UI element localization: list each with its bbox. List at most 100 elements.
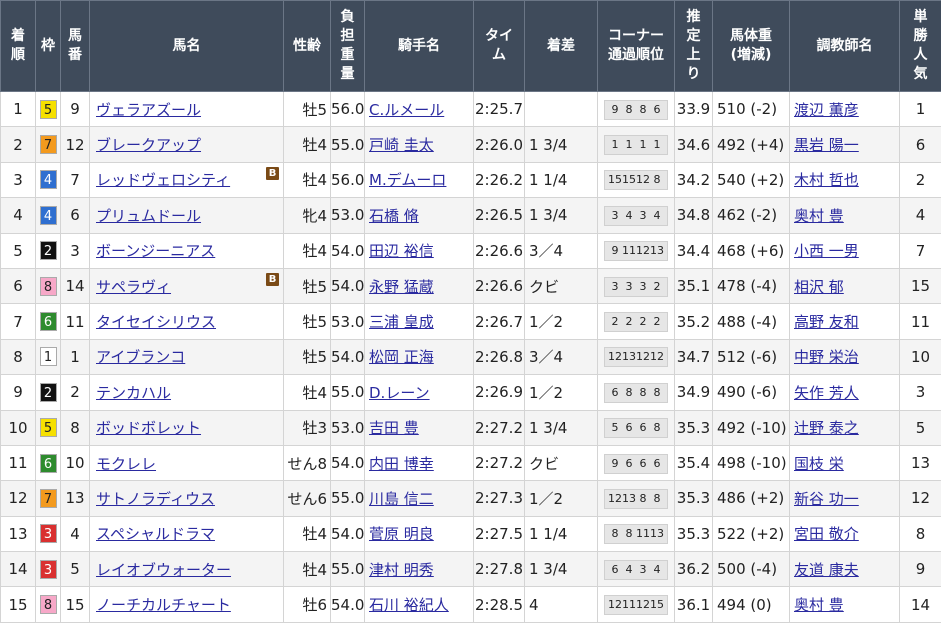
trainer-name-link[interactable]: 小西 一男 bbox=[794, 242, 859, 260]
trainer-name-link[interactable]: 奥村 豊 bbox=[794, 596, 844, 614]
jockey-name-link[interactable]: 田辺 裕信 bbox=[369, 242, 434, 260]
jockey-name-link[interactable]: 石橋 脩 bbox=[369, 207, 419, 225]
jockey-name-link[interactable]: 三浦 皇成 bbox=[369, 313, 434, 331]
horse-name-link[interactable]: タイセイシリウス bbox=[96, 313, 216, 331]
rank-cell: 8 bbox=[0, 338, 36, 376]
horse-name-link[interactable]: プリュムドール bbox=[96, 207, 201, 225]
sexage-cell: 牡3 bbox=[283, 409, 331, 446]
corner-cell: 1213 8 8 bbox=[597, 480, 675, 517]
waku-badge: 2 bbox=[39, 241, 57, 261]
umaban-cell: 6 bbox=[60, 197, 90, 234]
trainer-name-link[interactable]: 新谷 功一 bbox=[794, 490, 859, 508]
corner-positions: 1213 8 8 bbox=[604, 488, 668, 509]
horse-name-link[interactable]: ブレークアップ bbox=[96, 136, 201, 154]
weight-cell: 54.0 bbox=[330, 515, 365, 553]
jockey-name-link[interactable]: 松岡 正海 bbox=[369, 348, 434, 366]
trainer-name-link[interactable]: 高野 友和 bbox=[794, 313, 859, 331]
horse-name-link[interactable]: ボーンジーニアス bbox=[96, 242, 215, 260]
horse-name-link[interactable]: ヴェラアズール bbox=[96, 101, 201, 119]
margin-cell: 1 1/4 bbox=[524, 161, 598, 199]
horse-name-link[interactable]: サトノラディウス bbox=[96, 490, 215, 508]
trainer-name-link[interactable]: 矢作 芳人 bbox=[794, 384, 859, 402]
trainer-name-link[interactable]: 渡辺 薫彦 bbox=[794, 101, 859, 119]
trainer-name-link[interactable]: 木村 哲也 bbox=[794, 171, 859, 189]
corner-position: 8 bbox=[639, 491, 647, 505]
jockey-name-link[interactable]: 石川 裕紀人 bbox=[369, 596, 449, 614]
horse-name-link[interactable]: スペシャルドラマ bbox=[96, 525, 215, 543]
table-row: 6 8 14 サペラヴィ B 牡5 54.0 永野 猛蔵 2:26.6 クビ 3 3 3 2 35.1 478… bbox=[0, 267, 941, 305]
table-row: 4 4 6 プリュムドール 牝4 53.0 石橋 脩 2:26.5 1 3/4 3 4 3 4 34.8 4… bbox=[0, 197, 941, 234]
sexage-cell: 牡5 bbox=[283, 90, 331, 128]
horse-name-link[interactable]: ノーチカルチャート bbox=[96, 596, 231, 614]
jockey-name-link[interactable]: D.レーン bbox=[369, 384, 430, 402]
popularity-cell: 9 bbox=[899, 551, 941, 588]
jockey-name-link[interactable]: C.ルメール bbox=[369, 101, 444, 119]
header-waku: 枠 bbox=[35, 0, 61, 92]
trainer-name-link[interactable]: 中野 栄治 bbox=[794, 348, 859, 366]
umaban-cell: 15 bbox=[60, 586, 90, 623]
horse-name-link[interactable]: アイブランコ bbox=[96, 348, 185, 366]
horse-name-link[interactable]: テンカハル bbox=[96, 384, 171, 402]
popularity-cell: 10 bbox=[899, 338, 941, 376]
weight-cell: 54.0 bbox=[330, 232, 365, 269]
body-weight-cell: 512 (-6) bbox=[712, 338, 790, 376]
horse-cell: ヴェラアズール bbox=[89, 90, 284, 128]
waku-cell: 7 bbox=[35, 126, 61, 163]
corner-position: 2 bbox=[639, 315, 647, 329]
body-weight-cell: 478 (-4) bbox=[712, 267, 790, 305]
horse-name-link[interactable]: レイオブウォーター bbox=[96, 561, 231, 579]
jockey-cell: 永野 猛蔵 bbox=[364, 267, 474, 305]
waku-badge: 8 bbox=[39, 595, 57, 615]
corner-position: 8 bbox=[611, 527, 619, 541]
jockey-name-link[interactable]: 川島 信二 bbox=[369, 490, 434, 508]
jockey-name-link[interactable]: 戸崎 圭太 bbox=[369, 136, 434, 154]
corner-positions: 9886 bbox=[604, 99, 668, 120]
corner-position: 6 bbox=[653, 102, 661, 116]
corner-position: 6 bbox=[639, 456, 647, 470]
waku-cell: 5 bbox=[35, 90, 61, 128]
trainer-name-link[interactable]: 辻野 泰之 bbox=[794, 419, 859, 437]
corner-position: 8 bbox=[653, 491, 661, 505]
time-cell: 2:26.6 bbox=[473, 267, 525, 305]
corner-position: 3 bbox=[639, 208, 647, 222]
trainer-name-link[interactable]: 国枝 栄 bbox=[794, 455, 844, 473]
jockey-name-link[interactable]: 吉田 豊 bbox=[369, 419, 419, 437]
last3f-cell: 34.6 bbox=[674, 126, 713, 163]
waku-badge: 1 bbox=[39, 347, 57, 367]
jockey-name-link[interactable]: 津村 明秀 bbox=[369, 561, 434, 579]
body-weight-cell: 510 (-2) bbox=[712, 90, 790, 128]
jockey-name-link[interactable]: 菅原 明良 bbox=[369, 525, 434, 543]
trainer-name-link[interactable]: 奥村 豊 bbox=[794, 207, 844, 225]
corner-positions: 9666 bbox=[604, 453, 668, 474]
jockey-name-link[interactable]: 内田 博幸 bbox=[369, 455, 434, 473]
time-cell: 2:26.9 bbox=[473, 374, 525, 411]
trainer-name-link[interactable]: 友道 康夫 bbox=[794, 561, 859, 579]
horse-name-link[interactable]: サペラヴィ bbox=[96, 278, 171, 296]
weight-cell: 54.0 bbox=[330, 338, 365, 376]
sexage-cell: 牡5 bbox=[283, 303, 331, 340]
body-weight-cell: 522 (+2) bbox=[712, 515, 790, 553]
waku-cell: 6 bbox=[35, 444, 61, 482]
horse-name-link[interactable]: ボッドボレット bbox=[96, 419, 201, 437]
umaban-cell: 11 bbox=[60, 303, 90, 340]
horse-name-link[interactable]: レッドヴェロシティ bbox=[96, 171, 230, 189]
corner-position: 4 bbox=[625, 562, 633, 576]
header-corner: コーナー 通過順位 bbox=[597, 0, 675, 92]
umaban-cell: 10 bbox=[60, 444, 90, 482]
corner-position: 15 bbox=[608, 173, 622, 187]
trainer-name-link[interactable]: 宮田 敬介 bbox=[794, 525, 859, 543]
corner-position: 8 bbox=[625, 102, 633, 116]
corner-position: 8 bbox=[653, 173, 661, 187]
weight-cell: 54.0 bbox=[330, 586, 365, 623]
trainer-name-link[interactable]: 黒岩 陽一 bbox=[794, 136, 859, 154]
jockey-cell: 田辺 裕信 bbox=[364, 232, 474, 269]
trainer-name-link[interactable]: 相沢 郁 bbox=[794, 278, 844, 296]
jockey-name-link[interactable]: M.デムーロ bbox=[369, 171, 446, 189]
header-row: 着順 枠 馬番 馬名 性齢 負担重量 騎手名 タイム 着差 コーナー 通過順位 推… bbox=[0, 0, 941, 92]
horse-name-link[interactable]: モクレレ bbox=[96, 455, 156, 473]
jockey-cell: 菅原 明良 bbox=[364, 515, 474, 553]
jockey-name-link[interactable]: 永野 猛蔵 bbox=[369, 278, 434, 296]
time-cell: 2:27.3 bbox=[473, 480, 525, 517]
corner-position: 2 bbox=[611, 315, 619, 329]
corner-positions: 8 8 1113 bbox=[604, 524, 668, 545]
